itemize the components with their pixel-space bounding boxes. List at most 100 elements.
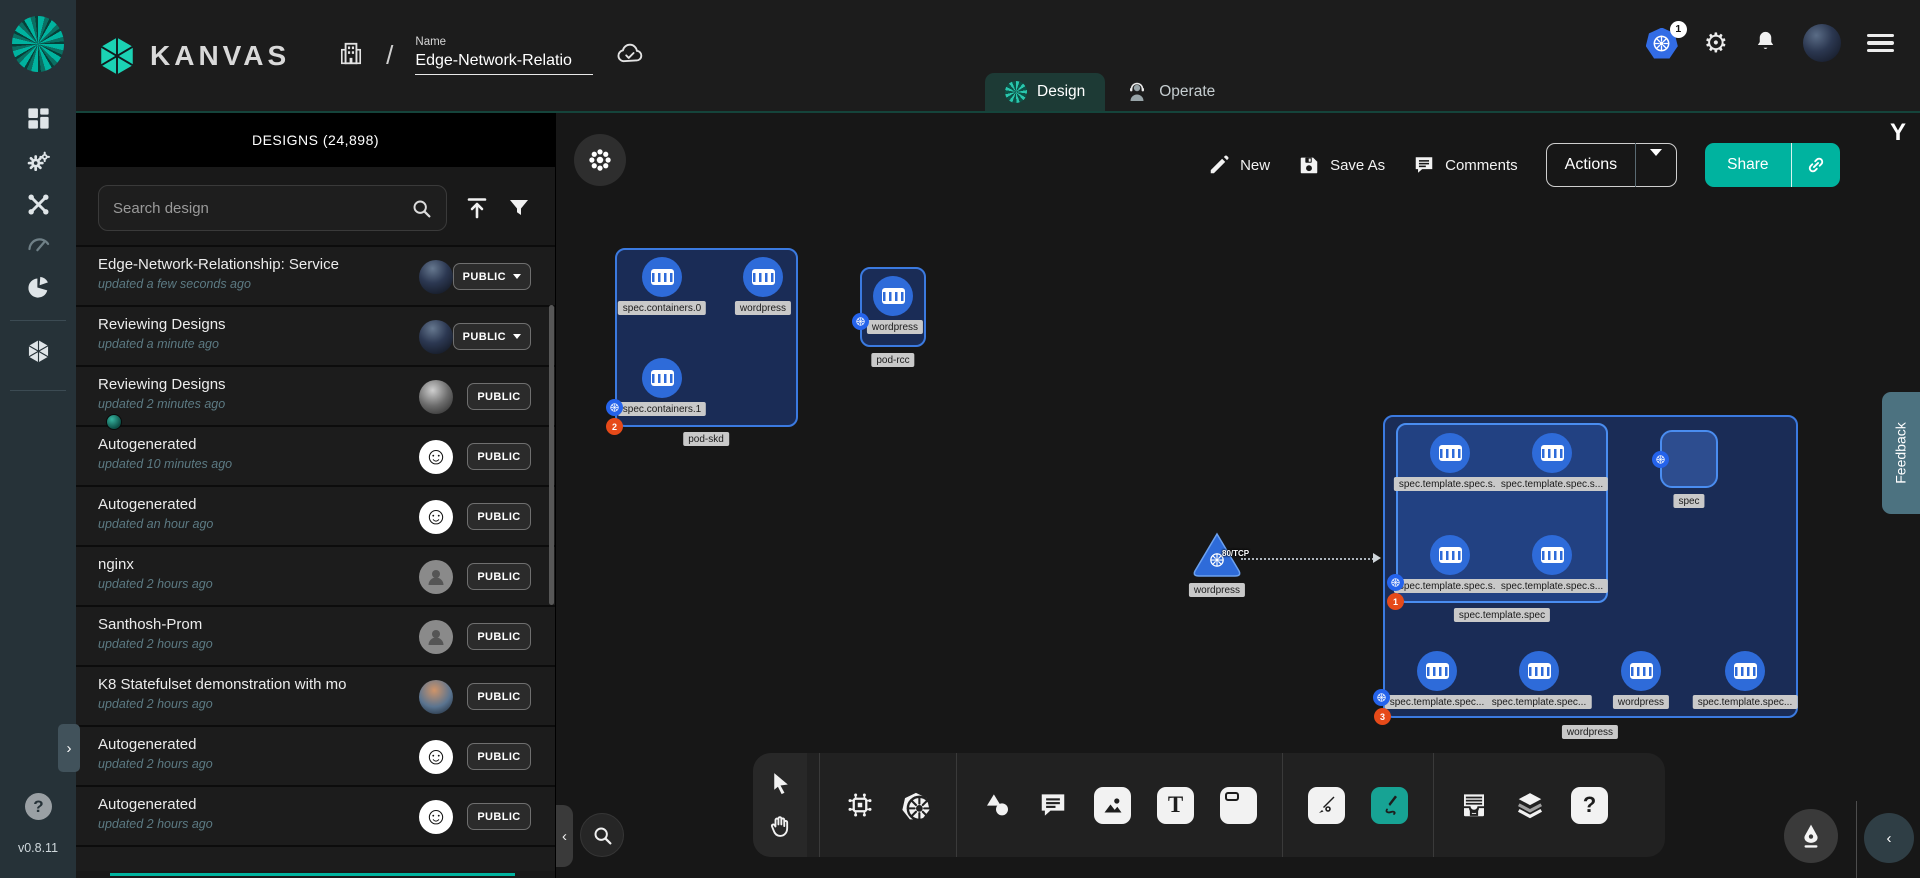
- design-list-item-partial[interactable]: [76, 845, 555, 871]
- container-node[interactable]: [1417, 651, 1457, 691]
- k8s-context-switcher[interactable]: 1: [1646, 28, 1678, 59]
- design-list-item[interactable]: Edge-Network-Relationship: Service updat…: [76, 245, 555, 305]
- container-node[interactable]: [1532, 535, 1572, 575]
- help-tool[interactable]: ?: [1571, 787, 1608, 824]
- container-node[interactable]: [1430, 535, 1470, 575]
- visibility-select[interactable]: PUBLIC: [453, 323, 531, 350]
- sidebar-item-dashboard[interactable]: [0, 105, 76, 132]
- filter-designs-button[interactable]: [507, 196, 531, 220]
- kanvas-brand[interactable]: KANVAS: [96, 34, 290, 78]
- container-node[interactable]: [1725, 651, 1765, 691]
- container-node[interactable]: [1519, 651, 1559, 691]
- collapse-designs-panel-button[interactable]: ‹: [556, 805, 573, 867]
- design-list-item[interactable]: Autogenerated updated 2 hours ago ☺ PUBL…: [76, 725, 555, 785]
- comment-tool[interactable]: [1038, 790, 1068, 820]
- search-input[interactable]: [113, 200, 411, 217]
- notifications-bell-icon[interactable]: [1754, 29, 1777, 58]
- design-list-item[interactable]: Autogenerated updated an hour ago ☺ PUBL…: [76, 485, 555, 545]
- magnifier-icon: [592, 825, 613, 846]
- user-avatar[interactable]: [1803, 24, 1841, 62]
- actions-split-button[interactable]: Actions: [1546, 143, 1677, 187]
- canvas-settings-button[interactable]: [574, 134, 626, 186]
- design-list-item[interactable]: nginx updated 2 hours ago PUBLIC: [76, 545, 555, 605]
- pen-nib-button[interactable]: [1784, 809, 1838, 863]
- visibility-select[interactable]: PUBLIC: [453, 263, 531, 290]
- visibility-badge: PUBLIC: [467, 803, 531, 830]
- pod-template-group[interactable]: [1396, 423, 1608, 603]
- design-name-input[interactable]: [415, 52, 593, 75]
- layers-tool[interactable]: [1515, 790, 1545, 820]
- settings-gear-icon[interactable]: ⚙: [1704, 30, 1728, 57]
- save-as-button[interactable]: Save As: [1298, 154, 1385, 176]
- pan-hand-tool[interactable]: [768, 814, 793, 839]
- avatar: [419, 380, 453, 414]
- design-list-item[interactable]: Autogenerated updated 10 minutes ago ☺ P…: [76, 425, 555, 485]
- meshery-logo[interactable]: [12, 16, 64, 72]
- copy-link-button[interactable]: [1792, 155, 1840, 175]
- hamburger-menu-icon[interactable]: [1867, 34, 1894, 53]
- text-tool[interactable]: T: [1157, 787, 1194, 824]
- tab-operate-label: Operate: [1159, 83, 1215, 101]
- container-node[interactable]: [1621, 651, 1661, 691]
- design-list-item[interactable]: K8 Statefulset demonstration with mo upd…: [76, 665, 555, 725]
- comments-button[interactable]: Comments: [1413, 154, 1518, 176]
- note-tool[interactable]: [1220, 787, 1257, 824]
- save-as-label: Save As: [1330, 157, 1385, 174]
- dashboard-icon: [25, 105, 52, 132]
- feedback-tab[interactable]: Feedback: [1882, 392, 1920, 514]
- group-label: spec.template.spec: [1454, 608, 1550, 622]
- sidebar-item-performance[interactable]: [0, 231, 76, 258]
- chevron-left-icon: ‹: [562, 828, 567, 845]
- error-count-badge: 2: [606, 418, 623, 435]
- container-node[interactable]: [743, 257, 783, 297]
- import-design-button[interactable]: [465, 196, 489, 220]
- design-list-item[interactable]: Reviewing Designs updated a minute ago P…: [76, 305, 555, 365]
- collapse-right-dock-button[interactable]: ‹: [1864, 813, 1914, 863]
- drawer-tool[interactable]: [1459, 790, 1489, 820]
- kubernetes-tool[interactable]: [901, 790, 931, 820]
- organization-icon[interactable]: [338, 40, 364, 71]
- group-label: wordpress: [1562, 725, 1618, 739]
- design-list-item[interactable]: Santhosh-Prom updated 2 hours ago PUBLIC: [76, 605, 555, 665]
- design-title: Reviewing Designs: [98, 376, 350, 393]
- rail-expand-button[interactable]: ›: [58, 724, 80, 772]
- zoom-search-button[interactable]: [580, 813, 624, 857]
- image-tool[interactable]: [1094, 787, 1131, 824]
- design-list-item[interactable]: Reviewing Designs updated 2 minutes ago …: [76, 365, 555, 425]
- node-label: spec.template.spec...: [1693, 695, 1798, 709]
- sidebar-item-lifecycle[interactable]: [0, 149, 76, 176]
- annotate-pen-tool[interactable]: [1308, 787, 1345, 824]
- sidebar-item-extensions[interactable]: [0, 274, 76, 301]
- container-node[interactable]: [1430, 433, 1470, 473]
- design-list-item[interactable]: Autogenerated updated 2 hours ago ☺ PUBL…: [76, 785, 555, 845]
- sidebar-item-configuration[interactable]: [0, 191, 76, 218]
- help-button[interactable]: ?: [25, 793, 52, 820]
- tab-operate[interactable]: Operate: [1105, 73, 1235, 111]
- cursor-tool[interactable]: [768, 771, 793, 796]
- container-node[interactable]: [873, 276, 913, 316]
- error-count-badge: 1: [1387, 593, 1404, 610]
- container-icon: [752, 269, 775, 285]
- scrollbar-thumb[interactable]: [549, 305, 554, 605]
- components-tool[interactable]: [845, 790, 875, 820]
- tab-design[interactable]: Design: [985, 73, 1105, 111]
- container-node[interactable]: [642, 358, 682, 398]
- container-node[interactable]: [1532, 433, 1572, 473]
- actions-label: Actions: [1547, 156, 1635, 174]
- container-node[interactable]: [642, 257, 682, 297]
- shapes-tool[interactable]: [982, 790, 1012, 820]
- new-button[interactable]: New: [1208, 154, 1270, 176]
- sidebar-item-kanvas[interactable]: [0, 338, 76, 365]
- rail-divider-bottom: [10, 390, 66, 391]
- search-icon: [411, 198, 432, 219]
- panel-scrollbar[interactable]: [549, 305, 554, 872]
- design-canvas[interactable]: New Save As Comments Actions: [556, 113, 1920, 878]
- upload-icon: [465, 196, 489, 220]
- right-dock-handle[interactable]: Y: [1890, 119, 1906, 147]
- kubernetes-wheel-icon: [901, 790, 931, 820]
- actions-dropdown[interactable]: [1636, 156, 1676, 174]
- freehand-draw-tool[interactable]: [1371, 787, 1408, 824]
- gauge-icon: [25, 231, 52, 258]
- canvas-action-bar: New Save As Comments Actions: [1208, 143, 1840, 187]
- share-split-button[interactable]: Share: [1705, 143, 1840, 187]
